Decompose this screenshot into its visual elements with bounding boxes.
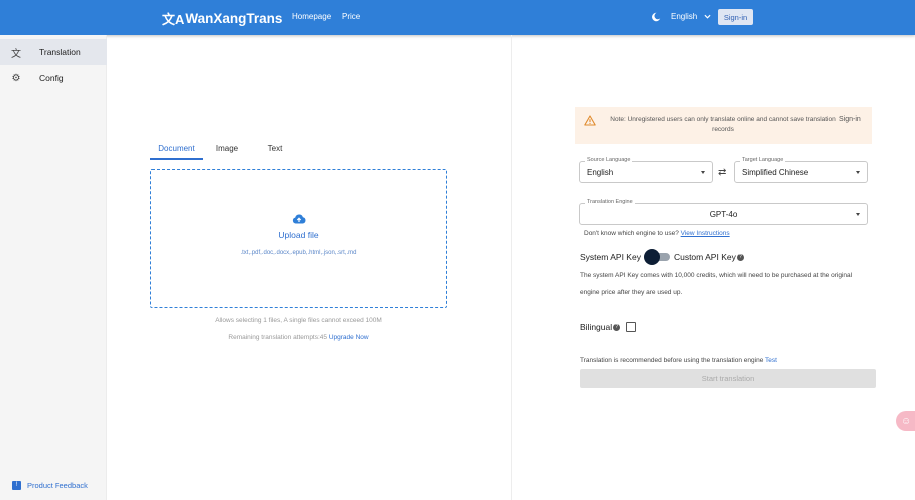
bilingual-label: Bilingual bbox=[580, 322, 613, 332]
brand-mark-icon: 文A bbox=[162, 12, 185, 27]
tab-document[interactable]: Document bbox=[150, 140, 203, 160]
upload-limit-hint: Allows selecting 1 files, A single files… bbox=[215, 317, 382, 324]
sidebar: 文 Translation ⚙ Config ! Product Feedbac… bbox=[0, 35, 107, 500]
bilingual-checkbox[interactable] bbox=[626, 322, 637, 332]
feedback-label: Product Feedback bbox=[27, 481, 88, 490]
translate-icon: 文 bbox=[11, 48, 21, 60]
brand-logo[interactable]: 文A WanXangTrans bbox=[162, 9, 282, 28]
recommendation-note: Translation is recommended before using … bbox=[580, 357, 777, 364]
language-selector[interactable]: English bbox=[671, 12, 711, 21]
nav-homepage[interactable]: Homepage bbox=[292, 12, 331, 21]
source-language-label: Source Language bbox=[585, 157, 633, 163]
floating-assistant-icon[interactable]: ☺ bbox=[896, 411, 915, 431]
sidebar-item-label: Config bbox=[39, 73, 64, 83]
start-translation-button[interactable]: Start translation bbox=[580, 369, 876, 388]
help-question-icon[interactable]: ? bbox=[613, 323, 621, 331]
warning-icon bbox=[584, 115, 596, 126]
input-type-tabs: Document Image Text bbox=[150, 140, 299, 160]
cloud-upload-icon bbox=[292, 214, 306, 224]
tab-image[interactable]: Image bbox=[203, 140, 251, 160]
upload-file-label: Upload file bbox=[278, 230, 319, 240]
remaining-attempts: Remaining translation attempts:45 Upgrad… bbox=[150, 334, 447, 341]
test-link[interactable]: Test bbox=[765, 357, 777, 364]
custom-api-key-label: Custom API Key bbox=[673, 252, 736, 262]
unregistered-notice: Note: Unregistered users can only transl… bbox=[575, 107, 872, 144]
language-label: English bbox=[671, 12, 698, 21]
target-language-label: Target Language bbox=[740, 157, 786, 163]
swap-languages-icon[interactable]: ⇄ bbox=[718, 167, 726, 178]
upload-dropzone[interactable]: Upload file .txt,.pdf,.doc,.docx,.epub,.… bbox=[150, 169, 447, 308]
view-instructions-link[interactable]: View Instructions bbox=[681, 230, 730, 237]
top-bar: 文A WanXangTrans Homepage Price English S… bbox=[0, 0, 915, 35]
notice-message: Note: Unregistered users can only transl… bbox=[610, 116, 836, 133]
translation-engine-value: GPT-4o bbox=[709, 210, 738, 219]
translation-engine-label: Translation Engine bbox=[585, 199, 635, 205]
sidebar-item-config[interactable]: ⚙ Config bbox=[0, 65, 107, 91]
translation-engine-select[interactable]: Translation Engine GPT-4o bbox=[579, 199, 868, 225]
remaining-attempts-text: Remaining translation attempts:45 bbox=[228, 334, 328, 341]
system-api-key-label: System API Key bbox=[580, 252, 641, 262]
source-language-select[interactable]: Source Language English bbox=[579, 157, 713, 183]
nav-price[interactable]: Price bbox=[342, 12, 360, 21]
api-key-description: The system API Key comes with 10,000 cre… bbox=[580, 272, 853, 296]
dropdown-caret-icon bbox=[856, 171, 860, 174]
sidebar-item-label: Translation bbox=[39, 47, 81, 57]
chevron-down-icon bbox=[704, 14, 711, 19]
help-question-icon[interactable]: ? bbox=[736, 253, 744, 261]
recommendation-text: Translation is recommended before using … bbox=[580, 357, 764, 364]
engine-help: Don't know which engine to use? View Ins… bbox=[584, 230, 730, 237]
api-key-switch-row: System API Key Custom API Key ? bbox=[580, 249, 744, 265]
notice-signin-link[interactable]: Sign-in bbox=[839, 116, 861, 123]
dark-mode-icon[interactable] bbox=[651, 12, 661, 22]
bilingual-option: Bilingual ? bbox=[580, 322, 637, 332]
dropdown-caret-icon bbox=[856, 213, 860, 216]
product-feedback-link[interactable]: ! Product Feedback bbox=[12, 481, 88, 490]
gear-icon: ⚙ bbox=[11, 72, 21, 84]
brand-name: WanXangTrans bbox=[185, 11, 283, 26]
dropdown-caret-icon bbox=[701, 171, 705, 174]
feedback-icon: ! bbox=[12, 481, 21, 490]
api-key-toggle[interactable] bbox=[643, 249, 670, 265]
source-language-value: English bbox=[587, 168, 614, 177]
toggle-knob bbox=[643, 249, 660, 265]
sidebar-item-translation[interactable]: 文 Translation bbox=[0, 39, 107, 65]
target-language-value: Simplified Chinese bbox=[742, 168, 809, 177]
allowed-extensions: .txt,.pdf,.doc,.docx,.epub,.html,.json,.… bbox=[240, 250, 357, 256]
target-language-select[interactable]: Target Language Simplified Chinese bbox=[734, 157, 868, 183]
signin-button[interactable]: Sign-in bbox=[718, 9, 753, 25]
tab-text[interactable]: Text bbox=[251, 140, 299, 160]
upgrade-link[interactable]: Upgrade Now bbox=[329, 334, 369, 341]
panel-divider bbox=[511, 35, 512, 500]
engine-help-text: Don't know which engine to use? bbox=[584, 230, 679, 237]
